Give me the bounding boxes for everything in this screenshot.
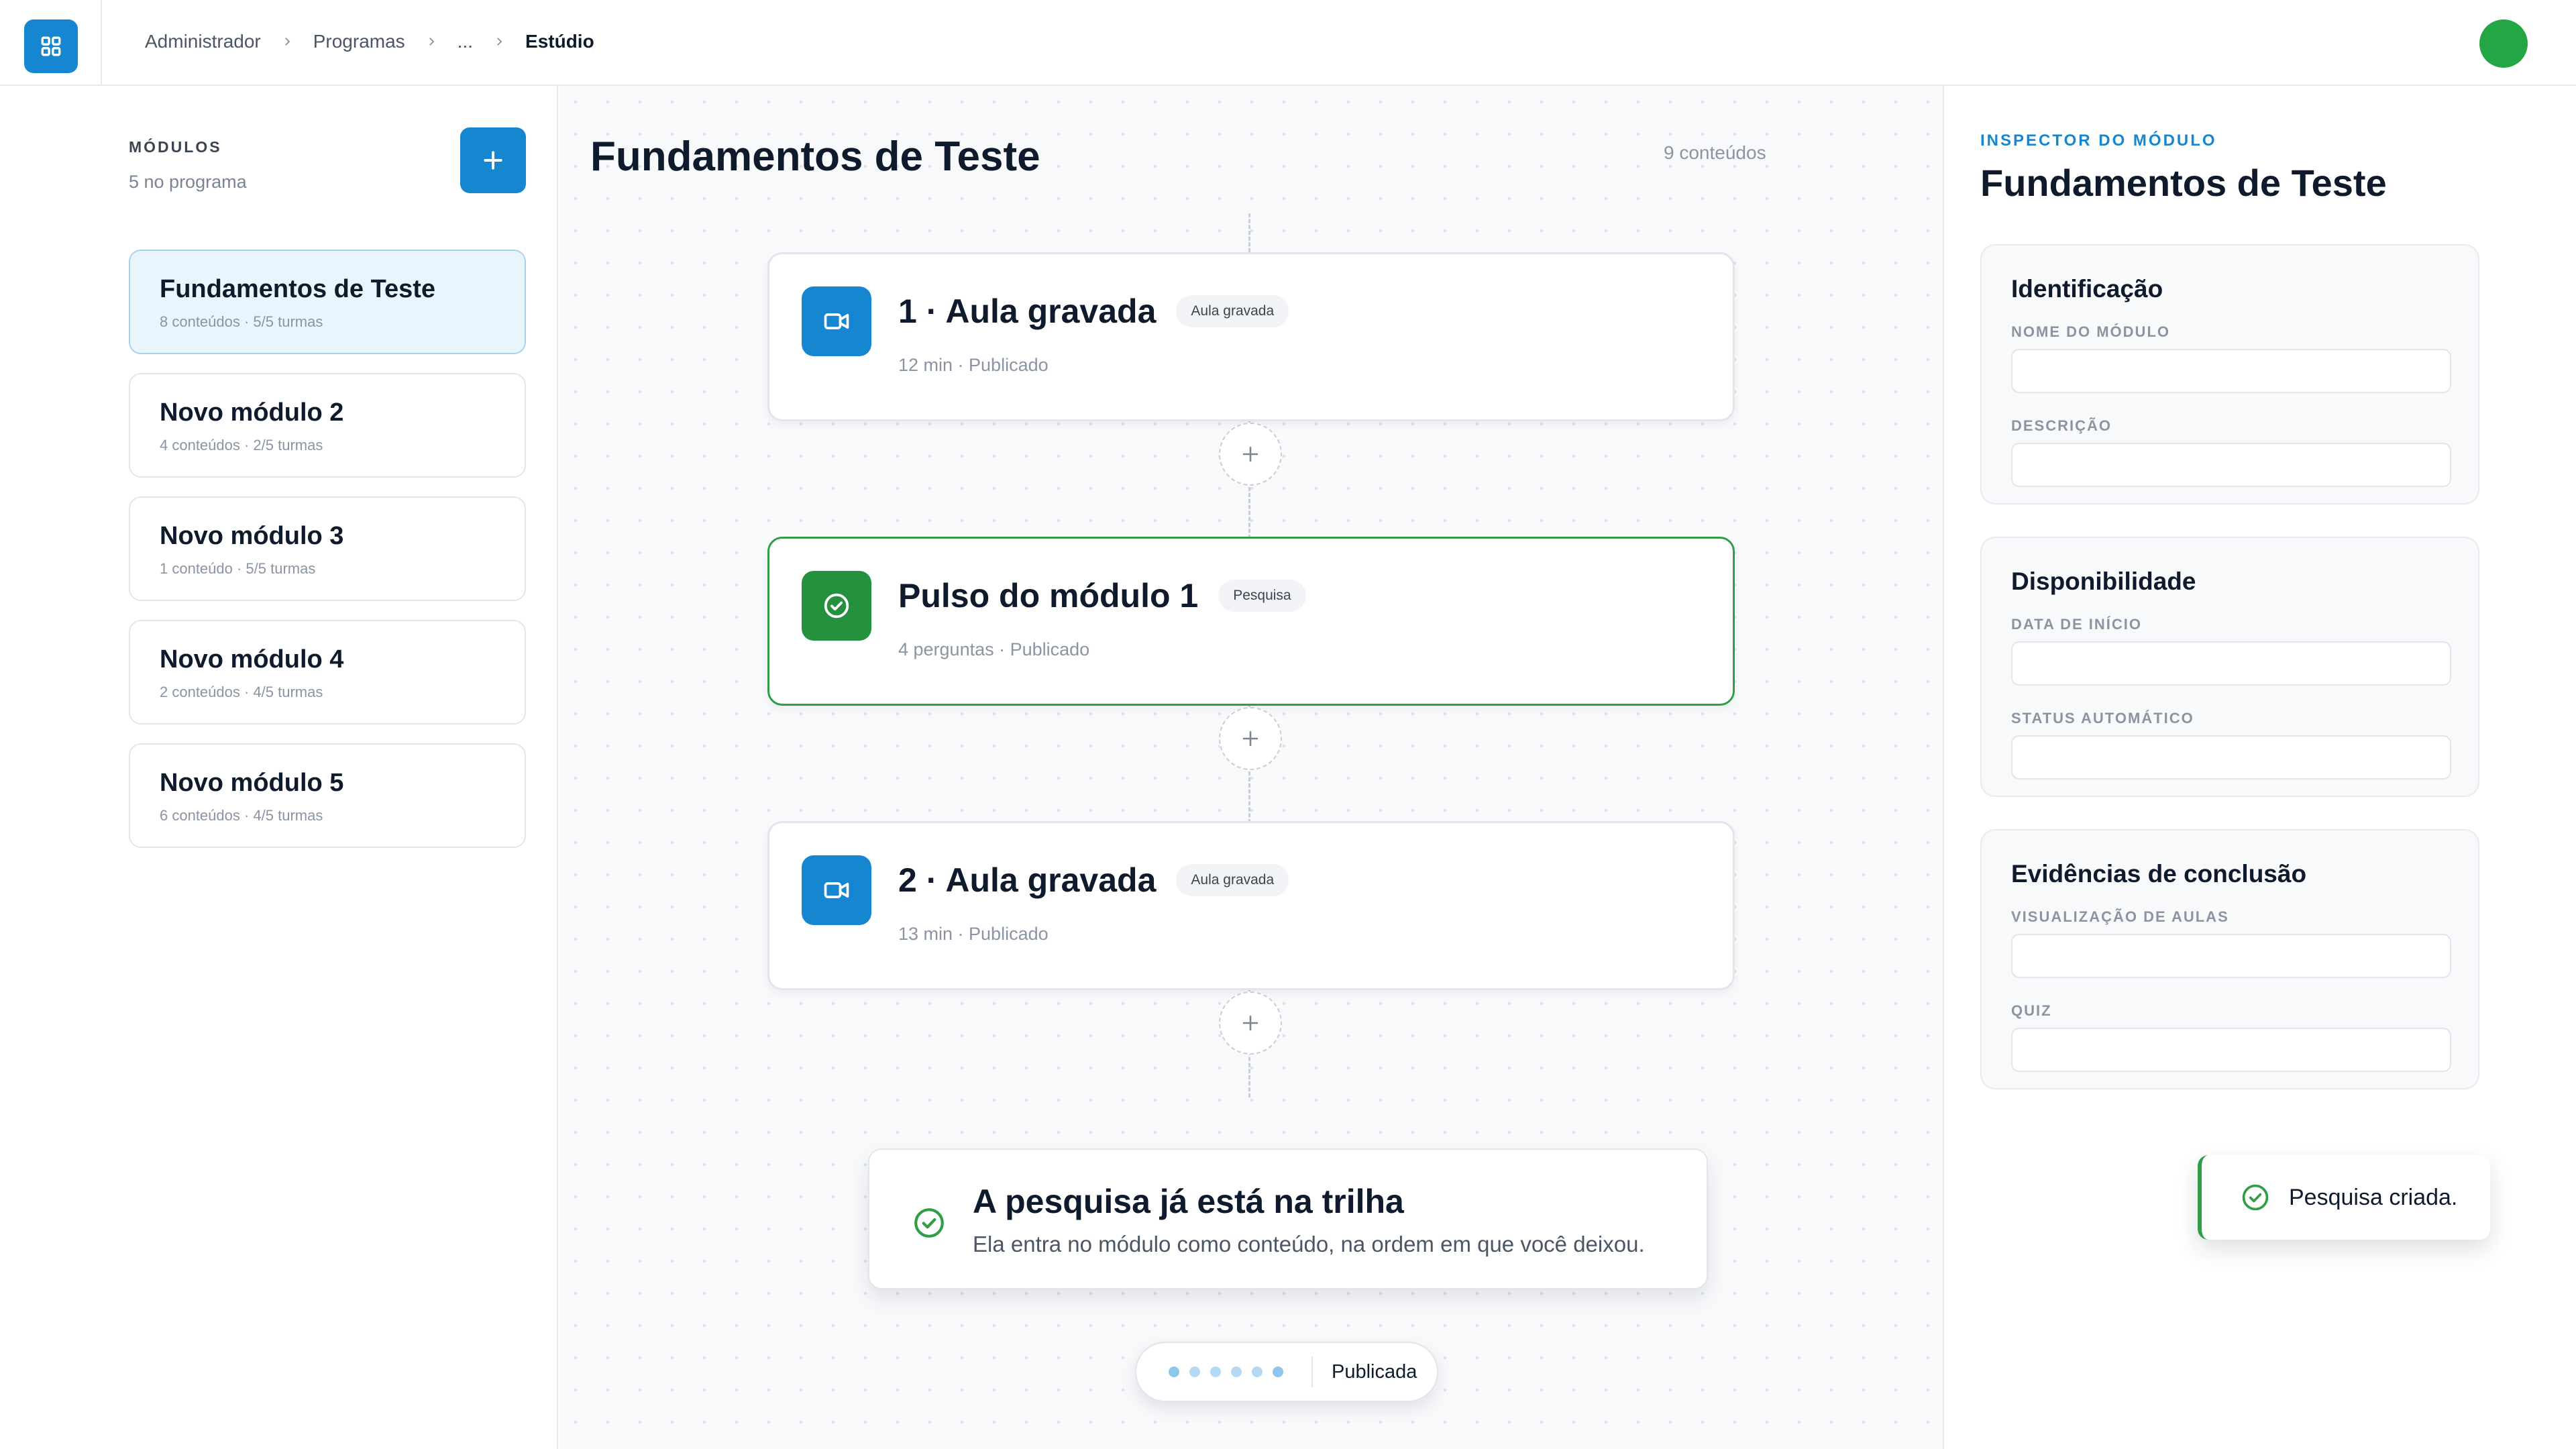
check-circle-icon xyxy=(802,571,871,641)
card-meta: 12 min · Publicado xyxy=(898,355,1049,375)
progress-dot xyxy=(1273,1366,1283,1377)
plus-icon xyxy=(1242,446,1258,462)
card-title: 1 · Aula gravada xyxy=(898,292,1157,330)
section-title: Disponibilidade xyxy=(2011,568,2196,595)
field-label: STATUS AUTOMÁTICO xyxy=(2011,710,2194,727)
insert-content-button[interactable] xyxy=(1219,423,1282,486)
quiz-field[interactable] xyxy=(2011,1028,2451,1072)
breadcrumb-item-programas[interactable]: Programas xyxy=(313,31,405,52)
breadcrumb-item-ellipsis[interactable]: ... xyxy=(458,31,473,52)
module-name: Novo módulo 5 xyxy=(160,769,344,797)
video-icon xyxy=(802,855,871,925)
avatar[interactable] xyxy=(2479,19,2528,68)
studio-canvas: Fundamentos de Teste 9 conteúdos 1 · Aul… xyxy=(559,86,1943,1449)
module-meta: 4 conteúdos · 2/5 turmas xyxy=(160,437,323,453)
field-label: QUIZ xyxy=(2011,1002,2052,1019)
progress-dot xyxy=(1252,1366,1263,1377)
module-inspector: INSPECTOR DO MÓDULO Fundamentos de Teste… xyxy=(1943,86,2576,1449)
module-meta: 8 conteúdos · 5/5 turmas xyxy=(160,313,323,330)
plus-icon xyxy=(484,151,502,170)
chevron-right-icon xyxy=(281,36,293,48)
module-name: Fundamentos de Teste xyxy=(160,275,436,303)
pill-divider xyxy=(1311,1356,1313,1387)
progress-dot xyxy=(1210,1366,1221,1377)
module-name: Novo módulo 2 xyxy=(160,398,344,427)
video-icon xyxy=(802,286,871,356)
card-title: 2 · Aula gravada xyxy=(898,861,1157,899)
plus-icon xyxy=(1242,731,1258,747)
section-evidencias: Evidências de conclusão VISUALIZAÇÃO DE … xyxy=(1980,829,2479,1089)
progress-dots xyxy=(1169,1366,1283,1377)
toast-message: Pesquisa criada. xyxy=(2289,1184,2458,1210)
content-card[interactable]: 1 · Aula gravada Aula gravada 12 min · P… xyxy=(767,252,1735,421)
field-label: NOME DO MÓDULO xyxy=(2011,323,2170,340)
topbar-divider xyxy=(101,0,102,86)
inspector-title: Fundamentos de Teste xyxy=(1980,162,2387,204)
insert-content-button[interactable] xyxy=(1219,991,1282,1055)
section-title: Identificação xyxy=(2011,275,2163,303)
module-meta: 6 conteúdos · 4/5 turmas xyxy=(160,807,323,824)
module-item[interactable]: Novo módulo 5 6 conteúdos · 4/5 turmas xyxy=(129,743,526,848)
notice-title: A pesquisa já está na trilha xyxy=(973,1183,1404,1220)
module-meta: 2 conteúdos · 4/5 turmas xyxy=(160,684,323,700)
sidebar-subtitle: 5 no programa xyxy=(129,172,247,192)
module-meta: 1 conteúdo · 5/5 turmas xyxy=(160,560,316,577)
content-card[interactable]: 2 · Aula gravada Aula gravada 13 min · P… xyxy=(767,821,1735,990)
module-item[interactable]: Novo módulo 2 4 conteúdos · 2/5 turmas xyxy=(129,373,526,478)
start-date-field[interactable] xyxy=(2011,641,2451,686)
module-item[interactable]: Novo módulo 4 2 conteúdos · 4/5 turmas xyxy=(129,620,526,724)
section-disponibilidade: Disponibilidade DATA DE INÍCIO STATUS AU… xyxy=(1980,537,2479,797)
field-label: DESCRIÇÃO xyxy=(2011,417,2112,434)
content-type-badge: Aula gravada xyxy=(1176,295,1289,327)
progress-dot xyxy=(1189,1366,1200,1377)
publish-status-pill[interactable]: Publicada xyxy=(1135,1342,1438,1402)
breadcrumb-current: Estúdio xyxy=(525,31,594,52)
card-meta: 13 min · Publicado xyxy=(898,924,1049,944)
section-identificacao: Identificação NOME DO MÓDULO DESCRIÇÃO xyxy=(1980,244,2479,504)
chevron-right-icon xyxy=(425,36,437,48)
breadcrumb: Administrador Programas ... Estúdio xyxy=(145,0,594,83)
plus-icon xyxy=(1242,1015,1258,1031)
top-bar: Administrador Programas ... Estúdio xyxy=(0,0,2576,86)
progress-dot xyxy=(1231,1366,1242,1377)
insert-content-button[interactable] xyxy=(1219,707,1282,770)
content-card-selected[interactable]: Pulso do módulo 1 Pesquisa 4 perguntas ·… xyxy=(767,537,1735,706)
breadcrumb-item-administrador[interactable]: Administrador xyxy=(145,31,261,52)
track-connector xyxy=(1248,213,1250,252)
sidebar-title: MÓDULOS xyxy=(129,138,222,156)
field-label: DATA DE INÍCIO xyxy=(2011,616,2143,633)
section-title: Evidências de conclusão xyxy=(2011,860,2307,888)
grid-icon xyxy=(41,36,61,56)
check-circle-icon xyxy=(914,1208,944,1238)
content-type-badge: Aula gravada xyxy=(1176,864,1289,896)
survey-notice: A pesquisa já está na trilha Ela entra n… xyxy=(868,1148,1708,1289)
modules-sidebar: MÓDULOS 5 no programa Fundamentos de Tes… xyxy=(0,86,558,1449)
module-name-field[interactable] xyxy=(2011,349,2451,393)
module-name: Novo módulo 3 xyxy=(160,522,344,550)
apps-grid-button[interactable] xyxy=(24,19,78,73)
auto-status-field[interactable] xyxy=(2011,735,2451,780)
field-label: VISUALIZAÇÃO DE AULAS xyxy=(2011,908,2229,925)
module-item[interactable]: Fundamentos de Teste 8 conteúdos · 5/5 t… xyxy=(129,250,526,354)
add-module-button[interactable] xyxy=(460,127,526,193)
card-meta: 4 perguntas · Publicado xyxy=(898,639,1090,659)
card-title: Pulso do módulo 1 xyxy=(898,577,1199,614)
check-circle-icon xyxy=(2242,1184,2269,1211)
chevron-right-icon xyxy=(493,36,505,48)
content-type-badge: Pesquisa xyxy=(1218,580,1306,612)
canvas-title: Fundamentos de Teste xyxy=(590,133,1040,180)
lesson-views-field[interactable] xyxy=(2011,934,2451,978)
notice-text: Ela entra no módulo como conteúdo, na or… xyxy=(973,1232,1645,1256)
module-item[interactable]: Novo módulo 3 1 conteúdo · 5/5 turmas xyxy=(129,496,526,601)
success-toast: Pesquisa criada. xyxy=(2198,1155,2490,1240)
publish-status-label: Publicada xyxy=(1332,1360,1417,1383)
inspector-label: INSPECTOR DO MÓDULO xyxy=(1980,131,2217,150)
module-list: Fundamentos de Teste 8 conteúdos · 5/5 t… xyxy=(129,250,526,867)
content-count: 9 conteúdos xyxy=(1664,142,1766,163)
module-name: Novo módulo 4 xyxy=(160,645,344,674)
description-field[interactable] xyxy=(2011,443,2451,487)
progress-dot xyxy=(1169,1366,1179,1377)
